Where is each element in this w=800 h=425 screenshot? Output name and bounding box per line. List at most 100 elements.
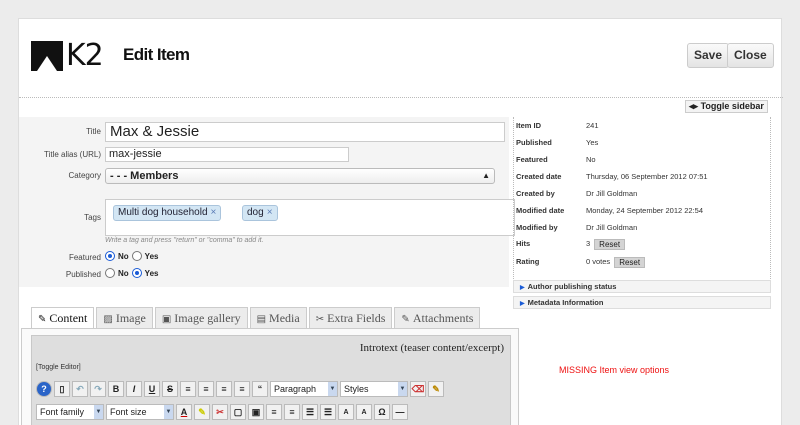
select-arrows-icon: ▲	[482, 171, 490, 180]
broom-icon[interactable]: ✎	[428, 381, 444, 397]
tab-extra-fields[interactable]: ✂ Extra Fields	[308, 307, 393, 328]
header-divider	[19, 97, 783, 98]
help-icon[interactable]: ?	[36, 381, 52, 397]
special-char-icon[interactable]: Ω	[374, 404, 390, 420]
underline-icon[interactable]: U	[144, 381, 160, 397]
tab-label: Extra Fields	[327, 311, 386, 325]
featured-no-radio[interactable]	[105, 251, 115, 261]
tab-attachments[interactable]: ✎ Attachments	[394, 307, 481, 328]
published-label: Published	[65, 270, 101, 279]
alias-label: Title alias (URL)	[43, 150, 101, 159]
image-icon: ▨	[103, 314, 113, 325]
justify-icon[interactable]: ≡	[234, 381, 250, 397]
cut-icon[interactable]: ✂	[212, 404, 228, 420]
copy-icon[interactable]: ▢	[230, 404, 246, 420]
redo-icon[interactable]: ↷	[90, 381, 106, 397]
info-row-featured: Featured No	[516, 155, 596, 164]
font-size-select[interactable]: Font size ▼	[106, 404, 174, 420]
info-key: Published	[516, 138, 552, 147]
editor-toolbar-row-1: ? ▯ ↶ ↷ B I U S ≡ ≡ ≡ ≡ “ Paragraph ▼ Sty…	[36, 381, 444, 397]
missing-options-notice: MISSING Item view options	[559, 365, 670, 375]
numbered-list-icon[interactable]: ☰	[302, 404, 318, 420]
title-input[interactable]: Max & Jessie	[105, 122, 505, 142]
content-tab-panel: Introtext (teaser content/excerpt) [Togg…	[21, 328, 519, 425]
tags-label: Tags	[84, 213, 101, 222]
title-label: Title	[86, 127, 101, 136]
paste-text-icon[interactable]: ≡	[266, 404, 282, 420]
save-button[interactable]: Save	[687, 43, 730, 68]
editor-heading: Introtext (teaser content/excerpt)	[359, 342, 504, 354]
tools-icon: ✂	[315, 314, 325, 325]
toggle-sidebar-button[interactable]: ◂▸ Toggle sidebar	[685, 100, 768, 113]
align-right-icon[interactable]: ≡	[216, 381, 232, 397]
film-icon: ▤	[256, 314, 267, 325]
tab-label: Image gallery	[174, 311, 241, 325]
align-left-icon[interactable]: ≡	[180, 381, 196, 397]
category-select[interactable]: - - - Members ▲	[105, 168, 495, 184]
info-value: Dr Jill Goldman	[586, 223, 638, 232]
new-document-icon[interactable]: ▯	[54, 381, 70, 397]
page-title: Edit Item	[123, 45, 190, 64]
published-no-radio[interactable]	[105, 268, 115, 278]
font-family-select[interactable]: Font family ▼	[36, 404, 104, 420]
info-key: Created by	[516, 189, 555, 198]
featured-yes-radio[interactable]	[131, 251, 142, 261]
tags-hint: Write a tag and press "return" or "comma…	[105, 237, 264, 244]
tab-content[interactable]: ✎ Content	[31, 307, 95, 328]
tag-chip: dog ×	[242, 205, 278, 221]
format-select[interactable]: Paragraph ▼	[270, 381, 338, 397]
metadata-information-toggle[interactable]: ▶ Metadata Information	[513, 296, 771, 309]
category-value: - - - Members	[110, 170, 179, 182]
tag-remove-icon[interactable]: ×	[267, 207, 273, 218]
published-yes-radio[interactable]	[131, 268, 142, 278]
info-row-hits: Hits 3 Reset	[516, 239, 626, 250]
info-row-modified-by: Modified by Dr Jill Goldman	[516, 223, 637, 232]
published-radio-group: No Yes	[105, 268, 158, 278]
chevron-down-icon: ▼	[398, 382, 407, 396]
info-key: Rating	[516, 257, 540, 266]
alias-input[interactable]: max-jessie	[105, 147, 349, 162]
italic-icon[interactable]: I	[126, 381, 142, 397]
author-publishing-status-toggle[interactable]: ▶ Author publishing status	[513, 280, 771, 293]
horizontal-rule-icon[interactable]: —	[392, 404, 408, 420]
styles-select[interactable]: Styles ▼	[340, 381, 408, 397]
gallery-icon: ▣	[161, 314, 172, 325]
chevron-down-icon: ▼	[94, 405, 103, 419]
tab-image-gallery[interactable]: ▣ Image gallery	[154, 307, 248, 328]
eraser-icon[interactable]: ⌫	[410, 381, 426, 397]
subscript-icon[interactable]: A	[338, 404, 354, 420]
info-key: Created date	[516, 172, 562, 181]
bullet-list-icon[interactable]: ☰	[320, 404, 336, 420]
tag-remove-icon[interactable]: ×	[211, 207, 217, 218]
format-select-value: Paragraph	[274, 384, 317, 394]
featured-yes-label: Yes	[144, 251, 159, 261]
bold-icon[interactable]: B	[108, 381, 124, 397]
k2-logo-icon	[31, 41, 63, 71]
expand-arrow-icon: ▶	[520, 285, 525, 291]
info-row-rating: Rating 0 votes Reset	[516, 257, 646, 268]
undo-icon[interactable]: ↶	[72, 381, 88, 397]
published-yes-label: Yes	[144, 268, 159, 278]
paste-icon[interactable]: ▣	[248, 404, 264, 420]
tags-input[interactable]: Multi dog household × dog ×	[105, 199, 515, 236]
info-value: Dr Jill Goldman	[586, 189, 638, 198]
reset-rating-button[interactable]: Reset	[614, 257, 646, 268]
paste-word-icon[interactable]: ≡	[284, 404, 300, 420]
info-value: 3	[586, 239, 591, 248]
tab-media[interactable]: ▤ Media	[249, 307, 307, 328]
reset-hits-button[interactable]: Reset	[594, 239, 626, 250]
info-key: Modified by	[516, 223, 558, 232]
tab-label: Attachments	[412, 311, 474, 325]
blockquote-icon[interactable]: “	[252, 381, 268, 397]
strikethrough-icon[interactable]: S	[162, 381, 178, 397]
category-label: Category	[68, 171, 101, 180]
text-color-icon[interactable]: A	[176, 404, 192, 420]
close-button[interactable]: Close	[727, 43, 774, 68]
edit-item-panel: K2 Edit Item Save Close ◂▸ Toggle sideba…	[18, 18, 783, 425]
featured-label: Featured	[68, 253, 101, 262]
highlight-icon[interactable]: ✎	[194, 404, 210, 420]
align-center-icon[interactable]: ≡	[198, 381, 214, 397]
tab-image[interactable]: ▨ Image	[96, 307, 153, 328]
toggle-editor-link[interactable]: [Toggle Editor]	[36, 364, 81, 371]
superscript-icon[interactable]: A	[356, 404, 372, 420]
